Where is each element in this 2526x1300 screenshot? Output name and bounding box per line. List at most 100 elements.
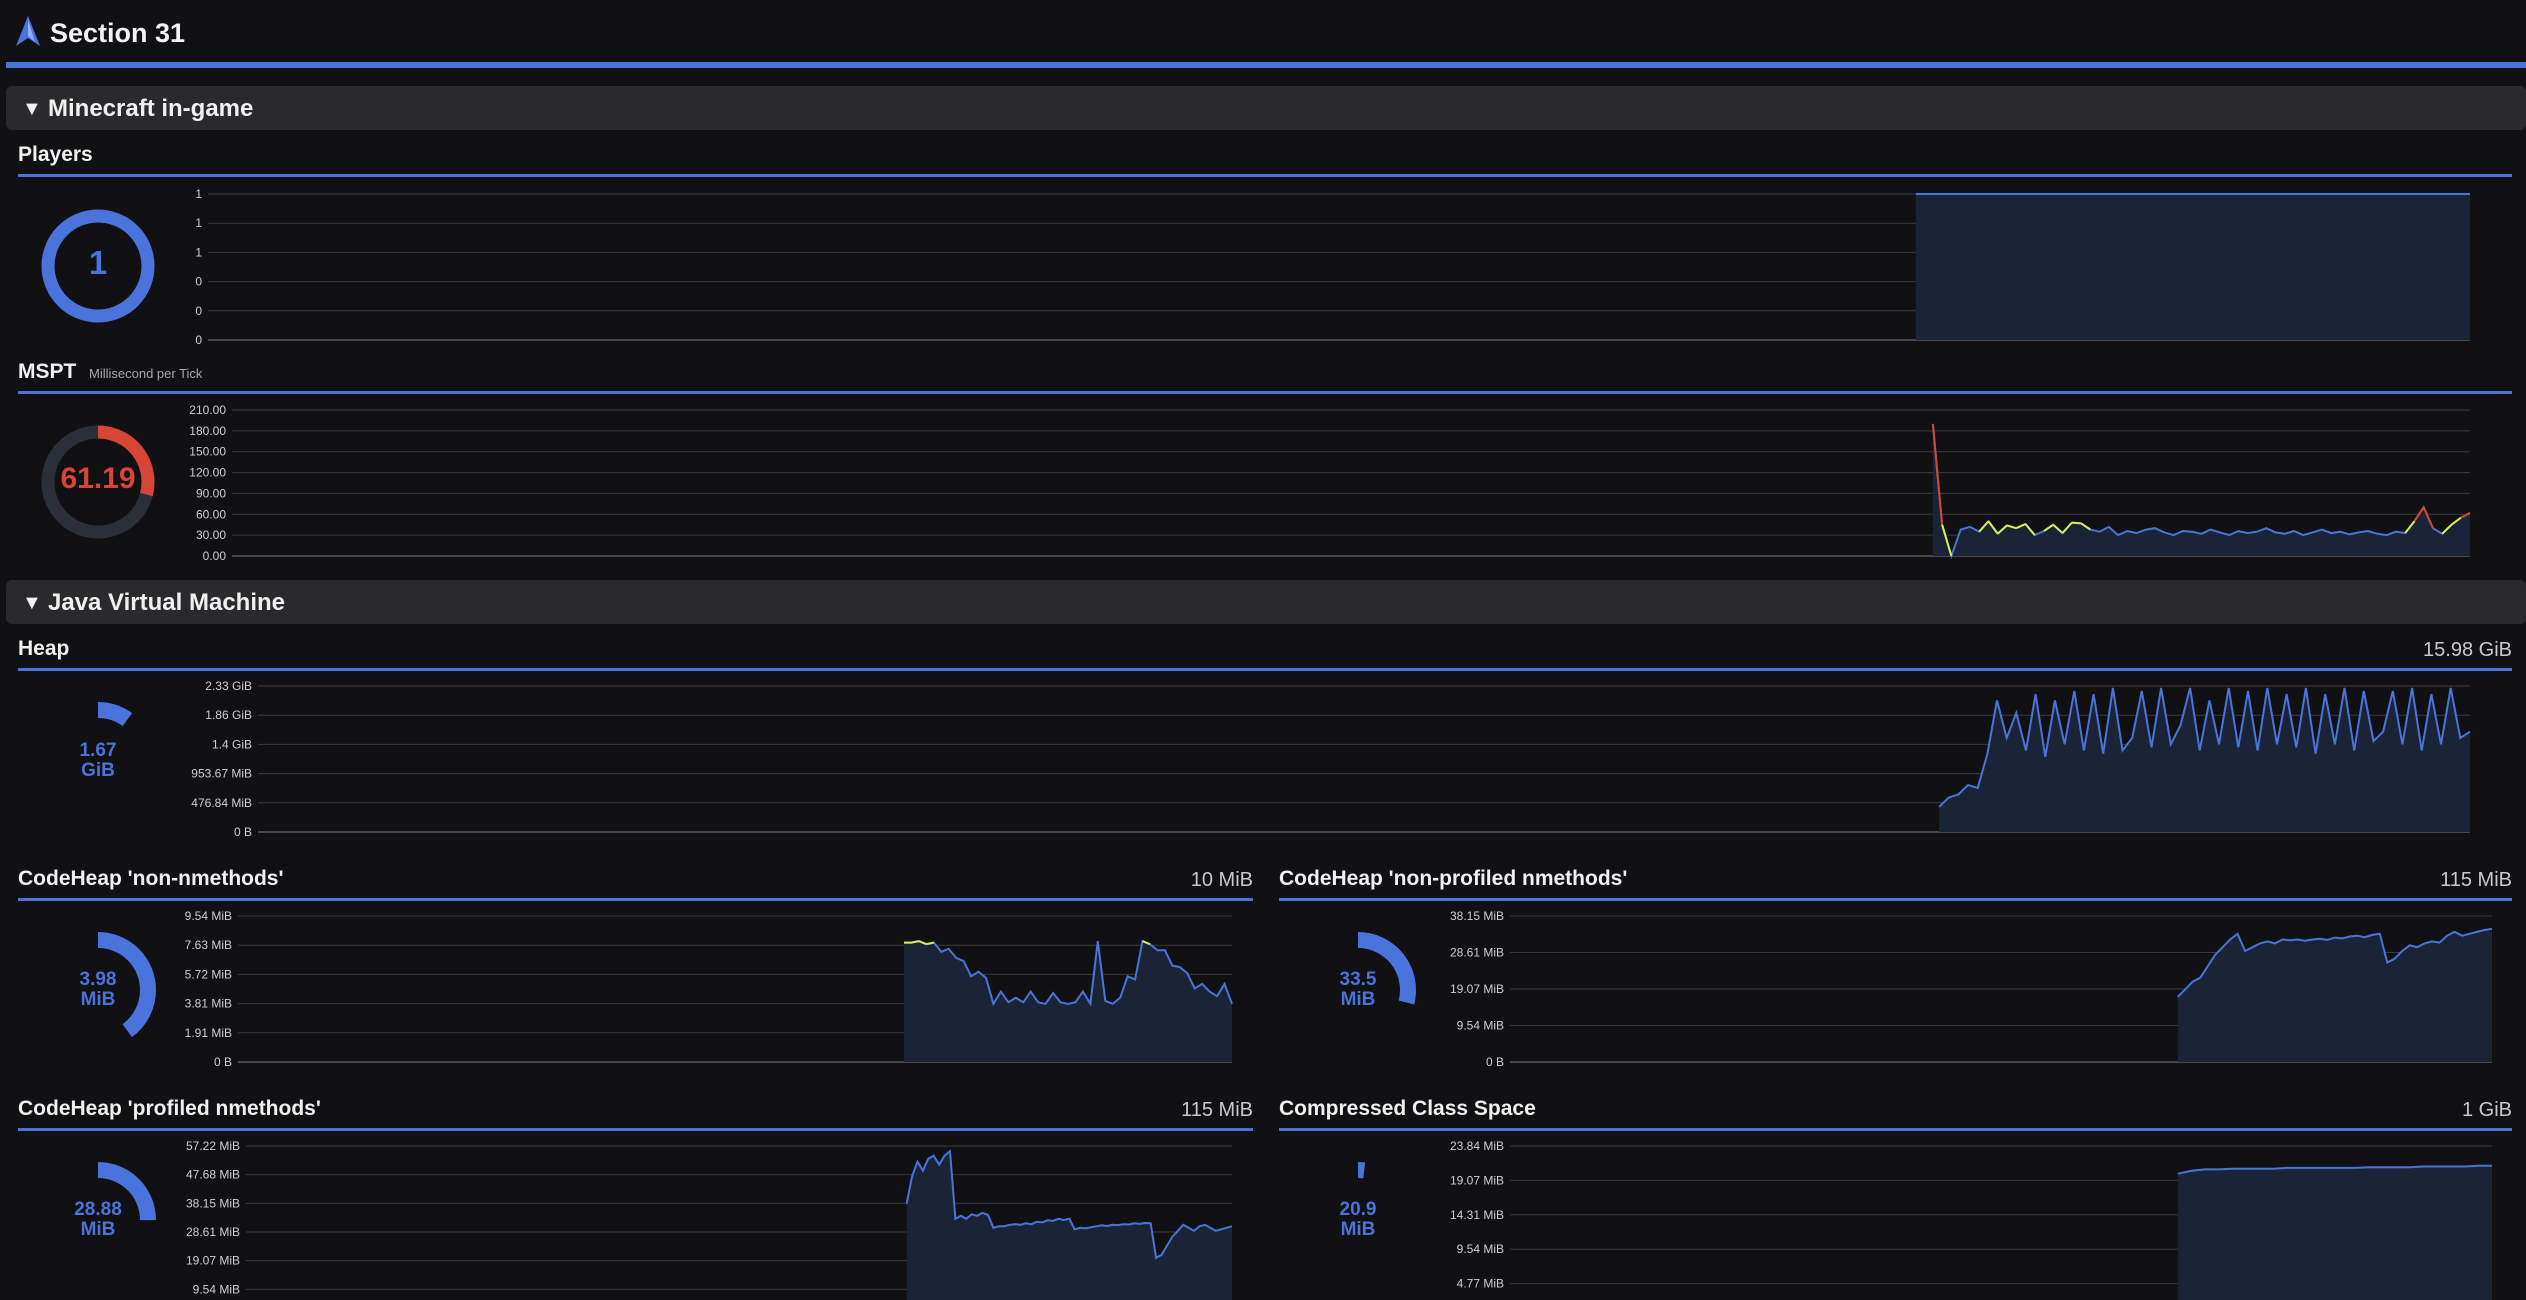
y-tick-label: 23.84 MiB [1450,1139,1504,1153]
series-area [1932,423,2470,556]
codeheap-non-profiled-chart: 38.15 MiB 28.61 MiB 19.07 MiB 9.54 MiB 0 B [1450,909,2493,1069]
y-tick-label: 4.77 MiB [1457,1277,1504,1291]
gauge-number: 20.9 [1339,1199,1377,1220]
panel-title-codeheap-non-nmethods: CodeHeap 'non-nmethods' [18,867,284,890]
y-tick-label: 3.81 MiB [185,997,232,1011]
panel-rule [18,391,2512,394]
y-tick-label: 28.61 MiB [1450,946,1504,960]
panel-rule [18,898,1253,901]
page-title: Section 31 [50,18,186,48]
collapse-triangle-icon: ▼ [22,98,42,120]
section-header-jvm[interactable]: ▼ Java Virtual Machine [6,580,2526,624]
y-tick-label: 0 [195,304,202,318]
gauge-value: 20.9 MiB [1300,1200,1416,1240]
gauge-number: 3.98 [79,969,117,990]
y-tick-label: 19.07 MiB [1450,982,1504,996]
y-tick-label: 57.22 MiB [186,1139,240,1153]
y-tick-label: 953.67 MiB [191,767,252,781]
panel-max: 115 MiB [2440,869,2512,891]
y-tick-label: 1.86 GiB [205,708,252,722]
gauge-value: 3.98 MiB [40,970,156,1010]
y-tick-label: 9.54 MiB [1457,1242,1504,1256]
y-tick-label: 38.15 MiB [186,1196,240,1210]
series-area [2177,1165,2492,1300]
codeheap-non-nmethods-chart: 9.54 MiB 7.63 MiB 5.72 MiB 3.81 MiB 1.91 MiB… [185,909,1233,1069]
y-tick-label: 90.00 [196,486,226,500]
panel-max: 1 GiB [2461,1099,2512,1121]
gauge-number: 28.88 [74,1199,122,1220]
gauge-unit: MiB [80,1218,116,1240]
gauge-number: 33.5 [1339,969,1377,990]
y-tick-label: 120.00 [189,466,226,480]
series-warn [2071,521,2082,525]
y-tick-label: 14.31 MiB [1450,1208,1504,1222]
codeheap-profiled-chart: 57.22 MiB 47.68 MiB 38.15 MiB 28.61 MiB 19.0… [186,1139,1233,1300]
y-tick-label: 30.00 [196,528,226,542]
y-tick-label: 28.61 MiB [186,1225,240,1239]
gauge-value: 1 [88,244,108,281]
y-tick-label: 1 [195,245,202,259]
panel-rule [18,668,2512,671]
gauge-value: 28.88 MiB [40,1200,156,1240]
heap-chart: 2.33 GiB 1.86 GiB 1.4 GiB 953.67 MiB 476.84 … [191,679,2471,839]
y-tick-label: 0.00 [203,549,227,563]
series-area [1915,194,2470,340]
series-area [903,941,1232,1062]
compressed-class-chart: 23.84 MiB 19.07 MiB 14.31 MiB 9.54 MiB 4.77 … [1450,1139,2492,1300]
gauge-value: 61.19 [60,462,136,495]
section-label: Java Virtual Machine [48,589,285,616]
panel-rule [1279,1128,2512,1131]
section-header-minecraft[interactable]: ▼ Minecraft in-game [6,86,2526,130]
y-tick-label: 1 [195,216,202,230]
panel-title-compressed-class: Compressed Class Space [1279,1097,1536,1120]
mspt-chart: 210.00 180.00 150.00 120.00 90.00 60.00 30.00 0… [189,403,2471,563]
y-tick-label: 7.63 MiB [185,938,232,952]
panel-max: 115 MiB [1181,1099,1253,1121]
y-tick-label: 9.54 MiB [193,1282,240,1296]
panel-max: 10 MiB [1190,869,1253,891]
gauge-unit: MiB [1340,1218,1376,1240]
y-tick-label: 1 [195,187,202,201]
y-tick-label: 0 B [214,1055,232,1069]
section-label: Minecraft in-game [48,95,254,122]
y-tick-label: 19.07 MiB [1450,1173,1504,1187]
y-tick-label: 47.68 MiB [186,1168,240,1182]
y-tick-label: 2.33 GiB [205,679,252,693]
panel-title-codeheap-profiled: CodeHeap 'profiled nmethods' [18,1097,321,1120]
gauge-value: 33.5 MiB [1300,970,1416,1010]
gauge-number: 1.67 [79,740,117,761]
panel-rule [1279,898,2512,901]
y-tick-label: 5.72 MiB [185,967,232,981]
gauge-unit: MiB [1340,988,1376,1010]
y-tick-label: 1.91 MiB [185,1026,232,1040]
y-tick-label: 38.15 MiB [1450,909,1504,923]
y-tick-label: 0 B [234,825,252,839]
series-area [1939,687,2470,832]
y-tick-label: 19.07 MiB [186,1254,240,1268]
title-bar: Section 31 [0,0,2526,64]
y-tick-label: 150.00 [189,445,226,459]
panel-rule [18,174,2512,177]
panel-rule [18,1128,1253,1131]
collapse-triangle-icon: ▼ [22,592,42,614]
series-area [2177,928,2492,1062]
y-tick-label: 0 [195,275,202,289]
y-tick-label: 60.00 [196,507,226,521]
y-tick-label: 9.54 MiB [1457,1019,1504,1033]
panel-subtitle-mspt: Millisecond per Tick [89,366,203,381]
panel-title-mspt: MSPT [18,360,77,383]
y-tick-label: 9.54 MiB [185,909,232,923]
app-logo-icon [16,16,40,46]
y-tick-label: 0 B [1486,1055,1504,1069]
gauge-unit: GiB [81,759,115,781]
gauge-unit: MiB [80,988,116,1010]
y-tick-label: 180.00 [189,424,226,438]
y-tick-label: 476.84 MiB [191,796,252,810]
y-tick-label: 1.4 GiB [212,737,252,751]
y-tick-label: 0 [195,333,202,347]
title-divider [6,62,2526,68]
y-tick-label: 210.00 [189,403,226,417]
panel-max-heap: 15.98 GiB [2423,639,2512,661]
panel-title-players: Players [18,143,93,166]
players-chart: 1 1 1 0 0 0 [195,187,2470,347]
